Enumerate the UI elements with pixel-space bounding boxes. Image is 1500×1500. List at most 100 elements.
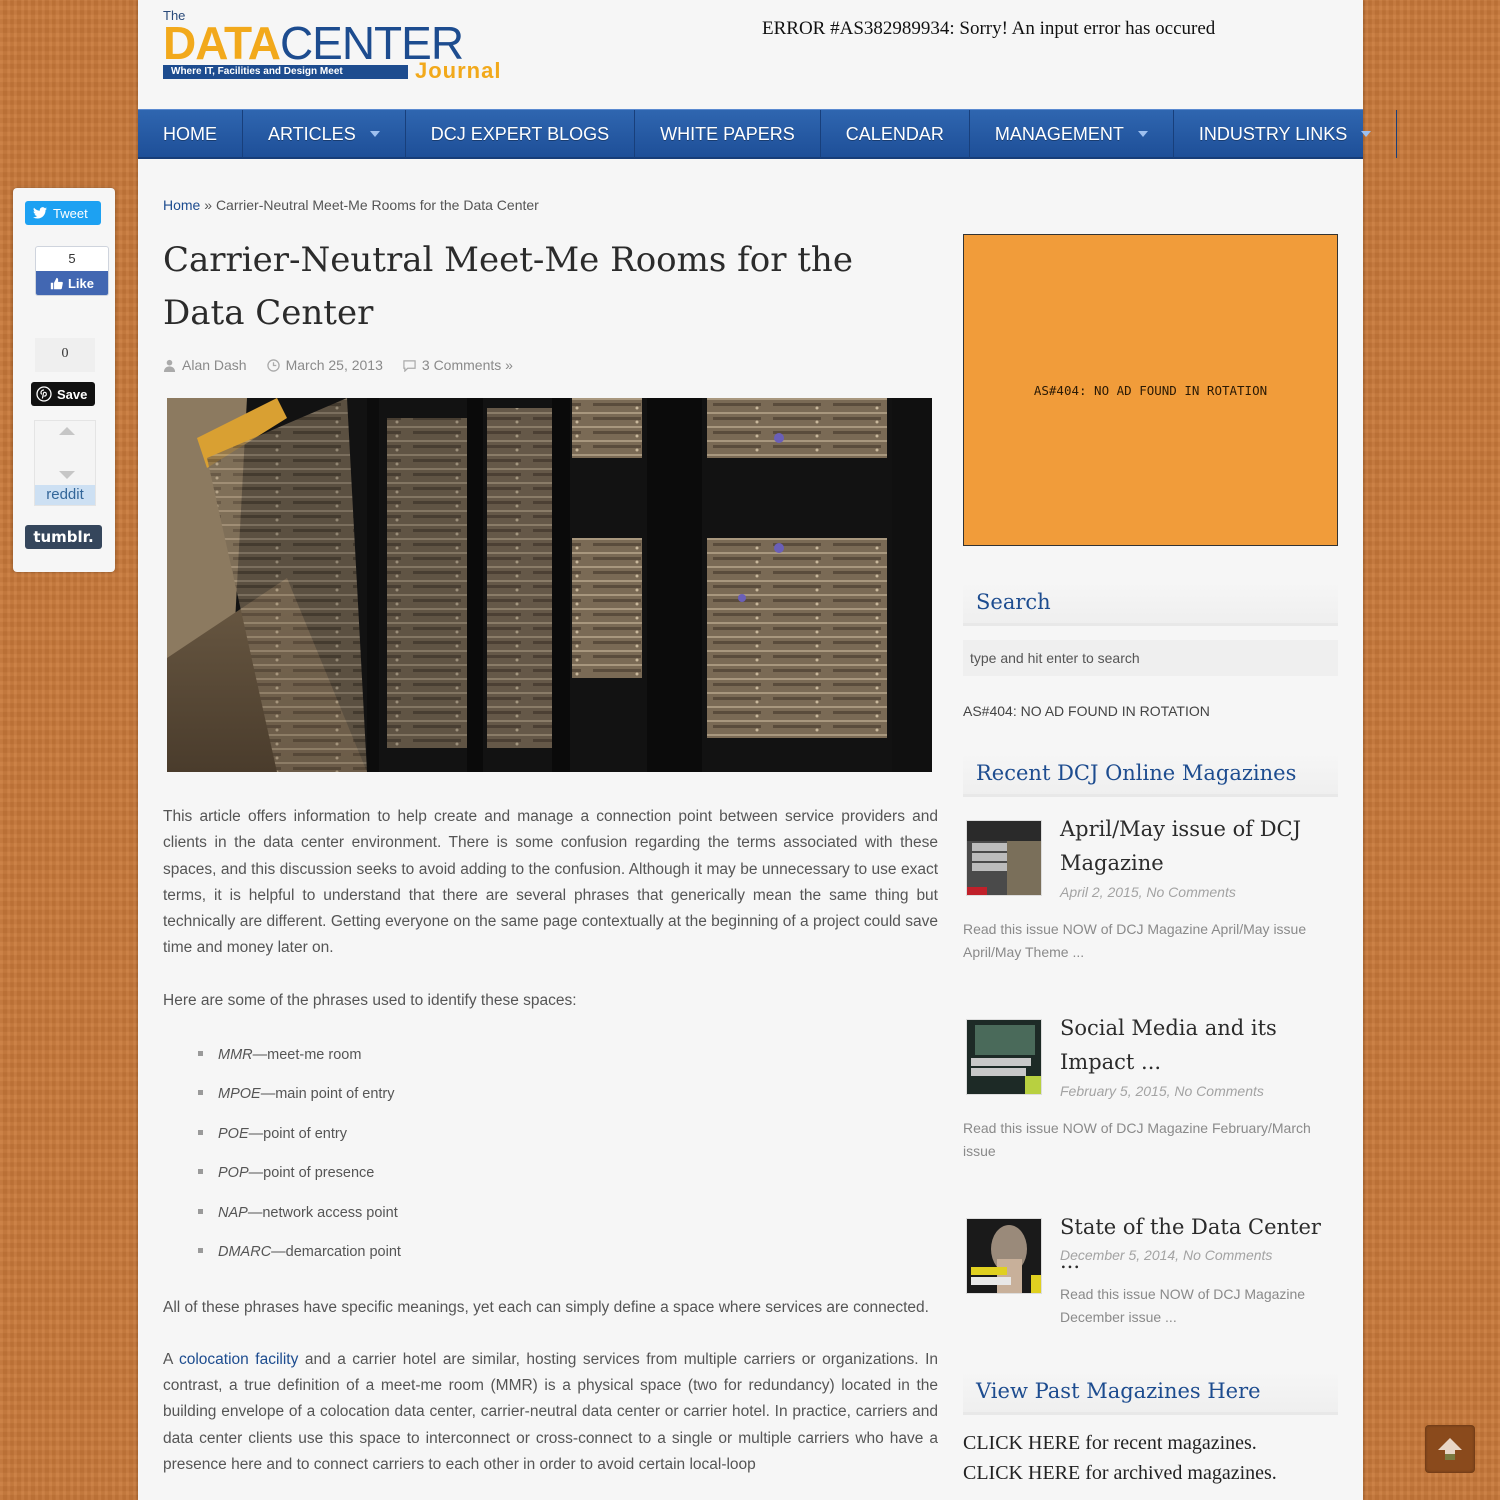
- breadcrumb-current: Carrier-Neutral Meet-Me Rooms for the Da…: [215, 197, 539, 213]
- search-input[interactable]: [963, 640, 1338, 676]
- past-magazines-widget-title: View Past Magazines Here: [963, 1371, 1338, 1415]
- magazines-widget-title: Recent DCJ Online Magazines: [963, 753, 1338, 797]
- nav-item-industry-links[interactable]: INDUSTRY LINKS: [1174, 110, 1398, 158]
- article-intro: This article offers information to help …: [163, 808, 938, 957]
- pinterest-save-button[interactable]: Save: [31, 382, 95, 406]
- magazine-description: Read this issue NOW of DCJ Magazine Dece…: [1060, 1286, 1306, 1325]
- magazine-title[interactable]: Social Media and its Impact ...: [1060, 1011, 1345, 1079]
- pinterest-count: 0: [35, 338, 95, 372]
- magazine-thumbnail[interactable]: [966, 1019, 1042, 1095]
- chevron-down-icon: [369, 131, 380, 137]
- twitter-bird-icon: [33, 207, 47, 219]
- article-phrases-intro: Here are some of the phrases used to ide…: [163, 991, 577, 1009]
- para3-prefix: A: [163, 1350, 179, 1368]
- social-share-bar: Tweet 5 Like 0 Save reddit tumblr.: [13, 188, 115, 572]
- magazine-description: Read this issue NOW of DCJ Magazine Apri…: [963, 921, 1307, 960]
- article-title: Carrier-Neutral Meet-Me Rooms for the Da…: [163, 240, 853, 333]
- nav-item-management[interactable]: MANAGEMENT: [970, 110, 1174, 158]
- tweet-button[interactable]: Tweet: [25, 201, 101, 225]
- phrase-list-item: POE—point of entry: [193, 1115, 938, 1154]
- facebook-like-count: 5: [68, 251, 76, 266]
- phrase-abbreviation: DMARC: [218, 1244, 272, 1261]
- article-paragraph-3: A colocation facility and a carrier hote…: [163, 1347, 938, 1478]
- pinterest-icon: [36, 386, 52, 402]
- sidebar-ad-banner[interactable]: AS#404: NO AD FOUND IN ROTATION: [963, 234, 1338, 546]
- article-author[interactable]: Alan Dash: [182, 357, 247, 373]
- phrase-abbreviation: MMR: [218, 1047, 253, 1064]
- arrow-up-icon: [1438, 1438, 1462, 1460]
- magazine-date: April 2, 2015, No Comments: [1060, 884, 1236, 900]
- phrase-meaning: —point of entry: [248, 1125, 347, 1142]
- thumbs-up-icon: [50, 277, 63, 289]
- site-logo[interactable]: The DATACENTER Where IT, Facilities and …: [163, 8, 543, 84]
- downvote-arrow-icon[interactable]: [59, 471, 75, 479]
- phrase-meaning: —demarcation point: [271, 1244, 401, 1261]
- reddit-button[interactable]: reddit: [35, 485, 95, 505]
- magazine-description: Read this issue NOW of DCJ Magazine Febr…: [963, 1120, 1311, 1159]
- magazine-cover-image: [967, 821, 1041, 895]
- nav-item-white-papers[interactable]: WHITE PAPERS: [635, 110, 821, 158]
- magazine-thumbnail[interactable]: [966, 820, 1042, 896]
- phrase-list-item: MPOE—main point of entry: [193, 1075, 938, 1114]
- magazine-title[interactable]: State of the Data Center ...: [1060, 1210, 1345, 1278]
- phrase-meaning: —meet-me room: [252, 1047, 362, 1064]
- nav-item-label: CALENDAR: [845, 124, 944, 144]
- phrase-list-item: MMR—meet-me room: [193, 1036, 938, 1075]
- nav-item-label: MANAGEMENT: [994, 124, 1124, 144]
- phrase-list-item: DMARC—demarcation point: [193, 1233, 938, 1272]
- chevron-down-icon: [1361, 131, 1372, 137]
- breadcrumb: Home » Carrier-Neutral Meet-Me Rooms for…: [163, 197, 539, 213]
- logo-data: DATA: [163, 17, 281, 69]
- nav-item-label: INDUSTRY LINKS: [1198, 124, 1348, 144]
- tweet-label: Tweet: [53, 205, 88, 221]
- nav-item-dcj-expert-blogs[interactable]: DCJ EXPERT BLOGS: [406, 110, 636, 158]
- facebook-like-label: Like: [67, 275, 94, 291]
- magazine-cover-image: [967, 1020, 1041, 1094]
- author-icon: [163, 359, 176, 372]
- para3-rest: and a carrier hotel are similar, hosting…: [163, 1350, 938, 1473]
- magazine-cover-image: [967, 1219, 1041, 1293]
- tumblr-button[interactable]: tumblr.: [25, 525, 102, 549]
- logo-tagline: Where IT, Facilities and Design Meet: [163, 65, 408, 79]
- facebook-like-widget[interactable]: 5 Like: [35, 246, 109, 296]
- phrase-abbreviation: POP: [218, 1165, 249, 1182]
- breadcrumb-home-link[interactable]: Home: [163, 197, 200, 213]
- reddit-vote-widget: reddit: [34, 420, 96, 506]
- phrase-meaning: —network access point: [247, 1204, 398, 1221]
- colocation-facility-link[interactable]: colocation facility: [179, 1351, 298, 1368]
- nav-item-articles[interactable]: ARTICLES: [243, 110, 406, 158]
- phrase-abbreviation: MPOE: [218, 1086, 261, 1103]
- article-date: March 25, 2013: [285, 357, 383, 373]
- phrase-list: MMR—meet-me room MPOE—main point of entry…: [193, 1036, 938, 1272]
- article-hero-image: [167, 398, 932, 772]
- nav-item-calendar[interactable]: CALENDAR: [821, 110, 970, 158]
- article-comments-link[interactable]: 3 Comments »: [422, 357, 513, 373]
- upvote-arrow-icon[interactable]: [59, 427, 75, 435]
- phrase-abbreviation: NAP: [218, 1204, 248, 1221]
- facebook-like-button[interactable]: Like: [36, 271, 108, 295]
- clock-icon: [266, 358, 280, 372]
- scroll-to-top-button[interactable]: [1425, 1425, 1475, 1473]
- phrase-meaning: —point of presence: [248, 1165, 375, 1182]
- sidebar-ad-text: AS#404: NO AD FOUND IN ROTATION: [963, 703, 1210, 719]
- phrase-list-item: POP—point of presence: [193, 1154, 938, 1193]
- nav-item-label: DCJ EXPERT BLOGS: [430, 124, 610, 144]
- phrase-meaning: —main point of entry: [260, 1086, 395, 1103]
- chevron-down-icon: [1137, 131, 1148, 137]
- breadcrumb-separator: »: [204, 197, 213, 213]
- server-racks-photo: [167, 398, 932, 772]
- phrase-list-item: NAP—network access point: [193, 1194, 938, 1233]
- article-body: This article offers information to help …: [163, 804, 938, 1500]
- nav-item-label: WHITE PAPERS: [660, 124, 795, 144]
- magazine-title[interactable]: April/May issue of DCJ Magazine: [1060, 812, 1345, 880]
- header-error-message: ERROR #AS382989934: Sorry! An input erro…: [762, 18, 1216, 39]
- nav-item-home[interactable]: HOME: [138, 110, 243, 158]
- article-paragraph-2: All of these phrases have specific meani…: [163, 1298, 929, 1316]
- phrase-abbreviation: POE: [218, 1125, 249, 1142]
- nav-item-label: HOME: [163, 124, 217, 144]
- comment-icon: [403, 359, 416, 372]
- magazine-thumbnail[interactable]: [966, 1218, 1042, 1294]
- recent-magazines-link[interactable]: CLICK HERE for recent magazines.: [963, 1432, 1257, 1455]
- archived-magazines-link[interactable]: CLICK HERE for archived magazines.: [963, 1462, 1277, 1485]
- magazine-date: February 5, 2015, No Comments: [1060, 1083, 1264, 1099]
